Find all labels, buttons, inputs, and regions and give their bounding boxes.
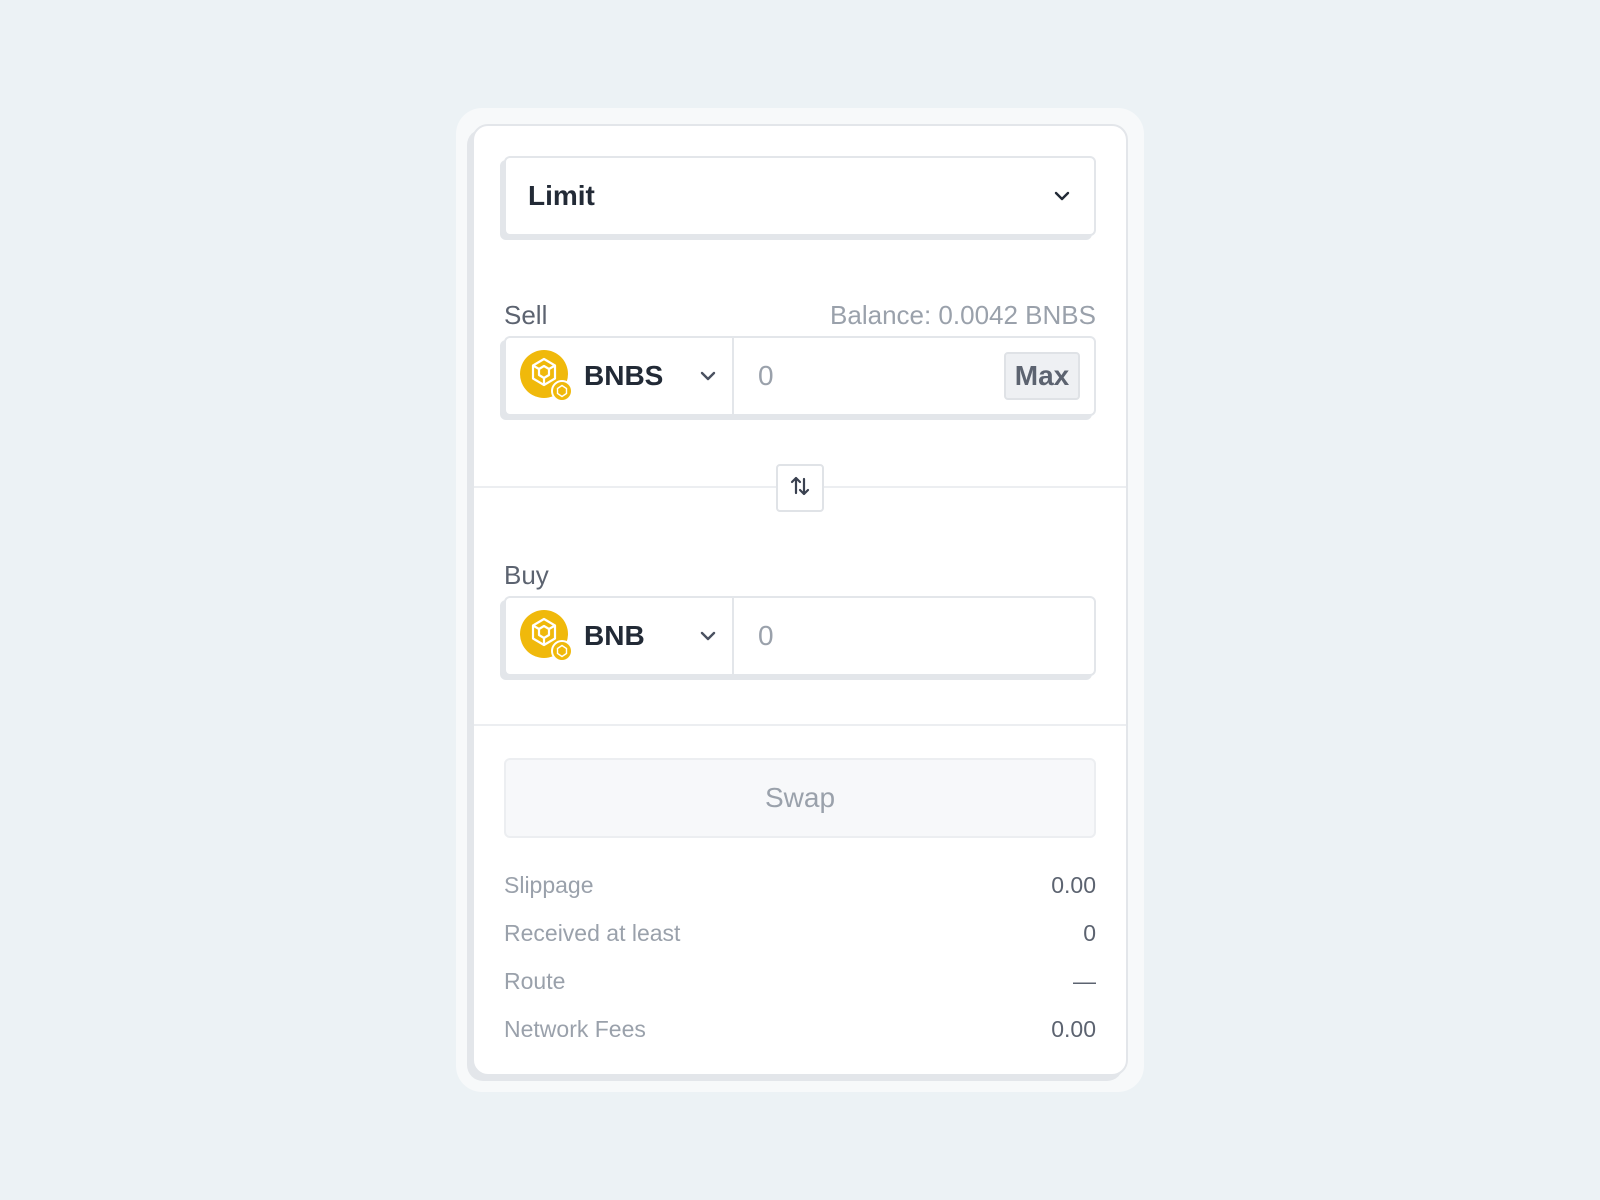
detail-value: 0.00 [1051, 872, 1096, 898]
sell-amount-placeholder: 0 [758, 360, 774, 391]
detail-label: Network Fees [504, 1016, 646, 1042]
detail-row-received: Received at least 0 [504, 920, 1096, 947]
sell-balance: Balance: 0.0042 BNBS [830, 300, 1096, 330]
bnb-token-icon [520, 350, 573, 402]
buy-amount-input[interactable]: 0 [734, 598, 1094, 674]
detail-label: Slippage [504, 872, 594, 898]
sell-amount-input[interactable]: 0 Max [734, 338, 1094, 414]
buy-amount-placeholder: 0 [758, 620, 774, 651]
chevron-down-icon [698, 626, 718, 646]
swap-arrows-icon [787, 473, 813, 504]
order-type-label: Limit [528, 180, 595, 211]
buy-token-selector[interactable]: BNB [506, 598, 734, 674]
buy-token-name: BNB [584, 620, 645, 651]
bnb-token-icon [520, 610, 573, 662]
buy-label: Buy [504, 560, 549, 590]
detail-value: 0.00 [1051, 1016, 1096, 1042]
swap-widget-frame: Limit Sell Balance: 0.0042 BNBS BNBS 0 M… [456, 108, 1144, 1092]
max-button[interactable]: Max [1004, 352, 1080, 400]
detail-row-network-fees: Network Fees 0.00 [504, 1016, 1096, 1043]
switch-direction-button[interactable] [776, 464, 824, 512]
sell-token-selector[interactable]: BNBS [506, 338, 734, 414]
detail-label: Route [504, 968, 566, 994]
order-type-dropdown[interactable]: Limit [504, 156, 1096, 236]
detail-value: — [1073, 968, 1096, 994]
detail-row-route: Route — [504, 968, 1096, 995]
detail-label: Received at least [504, 920, 681, 946]
chevron-down-icon [1052, 186, 1072, 206]
section-divider [474, 724, 1126, 726]
chevron-down-icon [698, 366, 718, 386]
swap-button[interactable]: Swap [504, 758, 1096, 838]
sell-token-name: BNBS [584, 360, 664, 391]
buy-input-row: BNB 0 [504, 596, 1096, 676]
sell-label: Sell [504, 300, 548, 330]
detail-value: 0 [1083, 920, 1096, 946]
detail-row-slippage: Slippage 0.00 [504, 872, 1096, 899]
swap-card: Limit Sell Balance: 0.0042 BNBS BNBS 0 M… [472, 124, 1128, 1076]
sell-input-row: BNBS 0 Max [504, 336, 1096, 416]
